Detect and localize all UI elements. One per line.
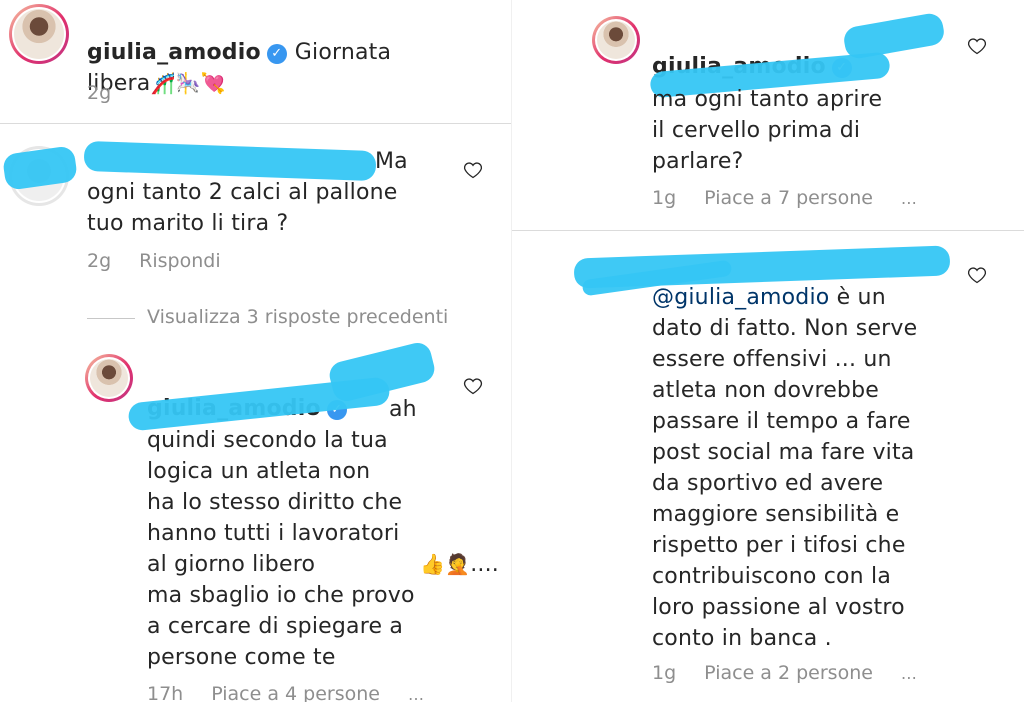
- reply1-text: ah quindi secondo la tua logica un atlet…: [147, 397, 417, 577]
- reply1-likes[interactable]: Piace a 4 persone: [211, 683, 380, 702]
- reply2-text: ma ogni tanto aprire il cervello prima d…: [652, 87, 883, 174]
- comment2-after-mention: è un: [829, 285, 886, 310]
- reply1-text2: ma sbaglio io che provo a cercare di spi…: [147, 583, 415, 670]
- more-dots-icon[interactable]: …: [901, 664, 918, 683]
- more-dots-icon[interactable]: …: [901, 189, 918, 208]
- post-author-username[interactable]: giulia_amodio: [87, 40, 261, 65]
- verified-badge-icon: ✓: [266, 44, 287, 64]
- post-author-avatar[interactable]: [9, 4, 69, 64]
- reply2-meta: 1g Piace a 7 persone …: [652, 187, 946, 209]
- replies-line: [87, 318, 135, 319]
- comment2-first-line: @giulia_amodio è un: [652, 282, 972, 313]
- post-divider: [0, 123, 512, 124]
- reply1-ellipsis: ....: [470, 552, 499, 577]
- comment2-likes[interactable]: Piace a 2 persone: [704, 662, 873, 684]
- reply1-emojis: 👍🤦: [420, 552, 471, 576]
- reply2-time: 1g: [652, 187, 677, 209]
- caption-emojis: 🎢🎠💘: [150, 71, 226, 95]
- comment1-meta: 2g Rispondi: [87, 250, 249, 272]
- view-previous-replies-button[interactable]: Visualizza 3 risposte precedenti: [147, 306, 448, 328]
- reply2-likes[interactable]: Piace a 7 persone: [704, 187, 873, 209]
- reply1-meta: 17h Piace a 4 persone …: [147, 683, 453, 702]
- reply1-author-avatar[interactable]: [85, 354, 133, 402]
- more-dots-icon[interactable]: …: [408, 685, 425, 702]
- left-screenshot-panel: giulia_amodio ✓ Giornata libera🎢🎠💘 2g Ma o…: [0, 0, 512, 702]
- mention-link[interactable]: @giulia_amodio: [652, 285, 829, 310]
- reply2-author-avatar[interactable]: [592, 16, 640, 64]
- heart-outline-icon[interactable]: [463, 160, 483, 180]
- reply-button[interactable]: Rispondi: [139, 250, 220, 272]
- comment2-text: dato di fatto. Non serve essere offensiv…: [652, 316, 918, 651]
- post-caption: giulia_amodio ✓ Giornata libera🎢🎠💘: [87, 6, 487, 99]
- comment2-time: 1g: [652, 662, 677, 684]
- right-screenshot-panel: giulia_amodio✓ ma ogni tanto aprire il c…: [512, 0, 1024, 702]
- comment2-meta: 1g Piace a 2 persone …: [652, 662, 946, 684]
- reply1-emoji-line: 👍🤦....: [420, 549, 500, 580]
- comment1-time: 2g: [87, 250, 112, 272]
- heart-outline-icon[interactable]: [967, 36, 987, 56]
- post-time: 2g: [87, 82, 112, 104]
- heart-outline-icon[interactable]: [463, 376, 483, 396]
- post-meta: 2g: [87, 82, 139, 104]
- comment-divider: [512, 230, 1024, 231]
- reply1-time: 17h: [147, 683, 184, 702]
